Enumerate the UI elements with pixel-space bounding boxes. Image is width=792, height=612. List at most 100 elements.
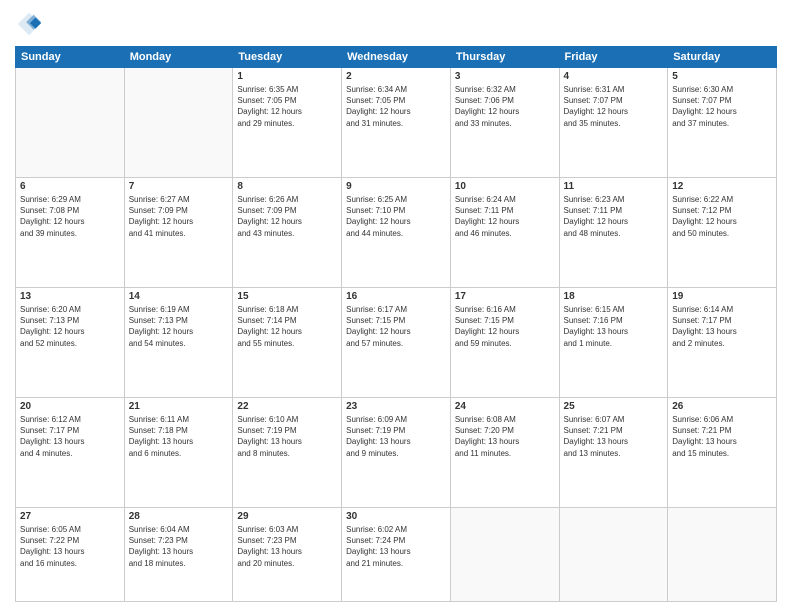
day-number: 30: [346, 511, 446, 522]
calendar-cell: 25 Sunrise: 6:07 AM Sunset: 7:21 PM Dayli…: [559, 398, 668, 508]
calendar-cell: 20 Sunrise: 6:12 AM Sunset: 7:17 PM Dayli…: [16, 398, 125, 508]
calendar-cell: 29 Sunrise: 6:03 AM Sunset: 7:23 PM Dayli…: [233, 508, 342, 602]
calendar-week-row: 27 Sunrise: 6:05 AM Sunset: 7:22 PM Dayli…: [16, 508, 777, 602]
day-number: 18: [564, 291, 664, 302]
day-number: 17: [455, 291, 555, 302]
day-number: 22: [237, 401, 337, 412]
day-number: 2: [346, 71, 446, 82]
day-number: 7: [129, 181, 229, 192]
day-number: 23: [346, 401, 446, 412]
day-number: 3: [455, 71, 555, 82]
day-number: 16: [346, 291, 446, 302]
calendar-cell: 21 Sunrise: 6:11 AM Sunset: 7:18 PM Dayli…: [124, 398, 233, 508]
calendar-cell: 2 Sunrise: 6:34 AM Sunset: 7:05 PM Daylig…: [342, 68, 451, 178]
calendar-cell: 12 Sunrise: 6:22 AM Sunset: 7:12 PM Dayli…: [668, 178, 777, 288]
calendar-week-row: 20 Sunrise: 6:12 AM Sunset: 7:17 PM Dayli…: [16, 398, 777, 508]
logo-icon: [15, 10, 43, 38]
day-info: Sunrise: 6:06 AM Sunset: 7:21 PM Dayligh…: [672, 414, 772, 459]
calendar-week-row: 6Sunrise: 6:29 AM Sunset: 7:08 PM Daylig…: [16, 178, 777, 288]
day-info: Sunrise: 6:18 AM Sunset: 7:14 PM Dayligh…: [237, 304, 337, 349]
calendar-cell: 17 Sunrise: 6:16 AM Sunset: 7:15 PM Dayli…: [450, 288, 559, 398]
calendar-cell: 18 Sunrise: 6:15 AM Sunset: 7:16 PM Dayli…: [559, 288, 668, 398]
day-info: Sunrise: 6:32 AM Sunset: 7:06 PM Dayligh…: [455, 84, 555, 129]
day-info: Sunrise: 6:12 AM Sunset: 7:17 PM Dayligh…: [20, 414, 120, 459]
weekday-header-monday: Monday: [124, 47, 233, 68]
calendar-week-row: 1 Sunrise: 6:35 AM Sunset: 7:05 PM Daylig…: [16, 68, 777, 178]
calendar-cell: 4 Sunrise: 6:31 AM Sunset: 7:07 PM Daylig…: [559, 68, 668, 178]
day-info: Sunrise: 6:22 AM Sunset: 7:12 PM Dayligh…: [672, 194, 772, 239]
calendar-cell: [16, 68, 125, 178]
calendar-cell: 22 Sunrise: 6:10 AM Sunset: 7:19 PM Dayli…: [233, 398, 342, 508]
day-number: 20: [20, 401, 120, 412]
day-number: 21: [129, 401, 229, 412]
weekday-header-sunday: Sunday: [16, 47, 125, 68]
day-number: 12: [672, 181, 772, 192]
calendar-cell: 6Sunrise: 6:29 AM Sunset: 7:08 PM Daylig…: [16, 178, 125, 288]
day-number: 10: [455, 181, 555, 192]
day-number: 25: [564, 401, 664, 412]
calendar-cell: 11Sunrise: 6:23 AM Sunset: 7:11 PM Dayli…: [559, 178, 668, 288]
day-info: Sunrise: 6:20 AM Sunset: 7:13 PM Dayligh…: [20, 304, 120, 349]
day-number: 8: [237, 181, 337, 192]
day-info: Sunrise: 6:24 AM Sunset: 7:11 PM Dayligh…: [455, 194, 555, 239]
calendar-cell: [450, 508, 559, 602]
day-number: 15: [237, 291, 337, 302]
day-info: Sunrise: 6:16 AM Sunset: 7:15 PM Dayligh…: [455, 304, 555, 349]
day-info: Sunrise: 6:35 AM Sunset: 7:05 PM Dayligh…: [237, 84, 337, 129]
calendar-cell: 1 Sunrise: 6:35 AM Sunset: 7:05 PM Daylig…: [233, 68, 342, 178]
day-number: 5: [672, 71, 772, 82]
day-info: Sunrise: 6:26 AM Sunset: 7:09 PM Dayligh…: [237, 194, 337, 239]
weekday-header-tuesday: Tuesday: [233, 47, 342, 68]
day-info: Sunrise: 6:05 AM Sunset: 7:22 PM Dayligh…: [20, 524, 120, 569]
day-info: Sunrise: 6:23 AM Sunset: 7:11 PM Dayligh…: [564, 194, 664, 239]
day-info: Sunrise: 6:02 AM Sunset: 7:24 PM Dayligh…: [346, 524, 446, 569]
day-info: Sunrise: 6:31 AM Sunset: 7:07 PM Dayligh…: [564, 84, 664, 129]
day-info: Sunrise: 6:03 AM Sunset: 7:23 PM Dayligh…: [237, 524, 337, 569]
calendar-cell: 28 Sunrise: 6:04 AM Sunset: 7:23 PM Dayli…: [124, 508, 233, 602]
day-number: 19: [672, 291, 772, 302]
day-info: Sunrise: 6:27 AM Sunset: 7:09 PM Dayligh…: [129, 194, 229, 239]
weekday-header-row: SundayMondayTuesdayWednesdayThursdayFrid…: [16, 47, 777, 68]
day-info: Sunrise: 6:29 AM Sunset: 7:08 PM Dayligh…: [20, 194, 120, 239]
calendar-cell: 8 Sunrise: 6:26 AM Sunset: 7:09 PM Daylig…: [233, 178, 342, 288]
day-number: 1: [237, 71, 337, 82]
day-number: 14: [129, 291, 229, 302]
day-info: Sunrise: 6:17 AM Sunset: 7:15 PM Dayligh…: [346, 304, 446, 349]
day-number: 26: [672, 401, 772, 412]
calendar-table: SundayMondayTuesdayWednesdayThursdayFrid…: [15, 46, 777, 602]
day-info: Sunrise: 6:25 AM Sunset: 7:10 PM Dayligh…: [346, 194, 446, 239]
day-info: Sunrise: 6:09 AM Sunset: 7:19 PM Dayligh…: [346, 414, 446, 459]
calendar-cell: 7 Sunrise: 6:27 AM Sunset: 7:09 PM Daylig…: [124, 178, 233, 288]
calendar-cell: 14 Sunrise: 6:19 AM Sunset: 7:13 PM Dayli…: [124, 288, 233, 398]
day-number: 4: [564, 71, 664, 82]
day-info: Sunrise: 6:15 AM Sunset: 7:16 PM Dayligh…: [564, 304, 664, 349]
calendar-cell: 23 Sunrise: 6:09 AM Sunset: 7:19 PM Dayli…: [342, 398, 451, 508]
header: [15, 10, 777, 38]
day-info: Sunrise: 6:11 AM Sunset: 7:18 PM Dayligh…: [129, 414, 229, 459]
day-number: 29: [237, 511, 337, 522]
logo: [15, 10, 47, 38]
calendar-cell: 15 Sunrise: 6:18 AM Sunset: 7:14 PM Dayli…: [233, 288, 342, 398]
calendar-cell: [559, 508, 668, 602]
day-number: 27: [20, 511, 120, 522]
day-info: Sunrise: 6:10 AM Sunset: 7:19 PM Dayligh…: [237, 414, 337, 459]
day-number: 24: [455, 401, 555, 412]
day-info: Sunrise: 6:08 AM Sunset: 7:20 PM Dayligh…: [455, 414, 555, 459]
calendar-cell: 9 Sunrise: 6:25 AM Sunset: 7:10 PM Daylig…: [342, 178, 451, 288]
calendar-cell: 13 Sunrise: 6:20 AM Sunset: 7:13 PM Dayli…: [16, 288, 125, 398]
weekday-header-saturday: Saturday: [668, 47, 777, 68]
day-info: Sunrise: 6:19 AM Sunset: 7:13 PM Dayligh…: [129, 304, 229, 349]
calendar-cell: [668, 508, 777, 602]
calendar-cell: [124, 68, 233, 178]
day-info: Sunrise: 6:14 AM Sunset: 7:17 PM Dayligh…: [672, 304, 772, 349]
day-info: Sunrise: 6:07 AM Sunset: 7:21 PM Dayligh…: [564, 414, 664, 459]
day-number: 13: [20, 291, 120, 302]
calendar-cell: 19 Sunrise: 6:14 AM Sunset: 7:17 PM Dayli…: [668, 288, 777, 398]
day-number: 9: [346, 181, 446, 192]
calendar-cell: 27 Sunrise: 6:05 AM Sunset: 7:22 PM Dayli…: [16, 508, 125, 602]
day-number: 28: [129, 511, 229, 522]
day-info: Sunrise: 6:04 AM Sunset: 7:23 PM Dayligh…: [129, 524, 229, 569]
day-info: Sunrise: 6:30 AM Sunset: 7:07 PM Dayligh…: [672, 84, 772, 129]
day-info: Sunrise: 6:34 AM Sunset: 7:05 PM Dayligh…: [346, 84, 446, 129]
calendar-cell: 30 Sunrise: 6:02 AM Sunset: 7:24 PM Dayli…: [342, 508, 451, 602]
